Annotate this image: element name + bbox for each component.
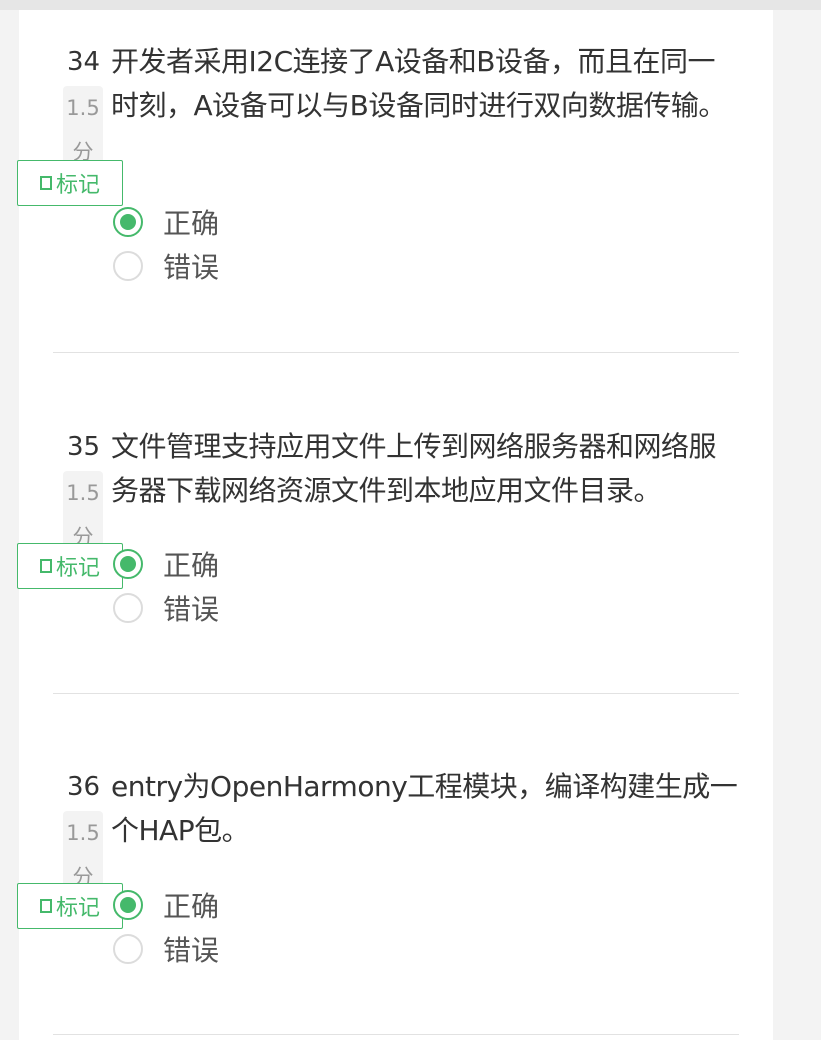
divider (53, 352, 739, 353)
score-value: 1.5 (66, 481, 100, 505)
divider (53, 1034, 739, 1035)
question-card: 34 1.5 分 开发者采用I2C连接了A设备和B设备，而且在同一时刻，A设备可… (17, 10, 773, 1040)
option-label: 错误 (163, 251, 220, 284)
bookmark-icon (39, 176, 52, 190)
mark-label: 标记 (55, 896, 100, 921)
option-true[interactable]: 正确 (113, 542, 219, 586)
radio-button-checked[interactable] (113, 890, 143, 920)
mark-label: 标记 (55, 173, 100, 198)
radio-button[interactable] (113, 934, 143, 964)
score-value: 1.5 (66, 96, 100, 120)
option-label: 错误 (163, 934, 220, 967)
bookmark-icon (39, 559, 52, 573)
option-false[interactable]: 错误 (113, 586, 219, 630)
option-false[interactable]: 错误 (113, 244, 219, 288)
bookmark-icon (39, 899, 52, 913)
option-label: 正确 (163, 549, 220, 582)
question-number: 36 (67, 772, 101, 802)
top-strip (0, 0, 821, 10)
question-text: entry为OpenHarmony工程模块，编译构建生成一个HAP包。 (111, 770, 738, 847)
radio-button-checked[interactable] (113, 549, 143, 579)
option-label: 错误 (163, 593, 220, 626)
question-text: 文件管理支持应用文件上传到网络服务器和网络服务器下载网络资源文件到本地应用文件目… (111, 430, 717, 507)
option-true[interactable]: 正确 (113, 200, 219, 244)
score-value: 1.5 (66, 821, 100, 845)
option-true[interactable]: 正确 (113, 883, 219, 927)
question-number: 35 (67, 432, 101, 462)
mark-button[interactable]: 标记 (17, 883, 123, 929)
radio-button[interactable] (113, 251, 143, 281)
question-text: 开发者采用I2C连接了A设备和B设备，而且在同一时刻，A设备可以与B设备同时进行… (111, 45, 726, 122)
option-label: 正确 (163, 890, 220, 923)
radio-button-checked[interactable] (113, 207, 143, 237)
radio-button[interactable] (113, 593, 143, 623)
mark-button[interactable]: 标记 (17, 543, 123, 589)
divider (53, 693, 739, 694)
mark-label: 标记 (55, 556, 100, 581)
mark-button[interactable]: 标记 (17, 160, 123, 206)
option-false[interactable]: 错误 (113, 927, 219, 971)
option-label: 正确 (163, 207, 220, 240)
question-number: 34 (67, 47, 101, 77)
